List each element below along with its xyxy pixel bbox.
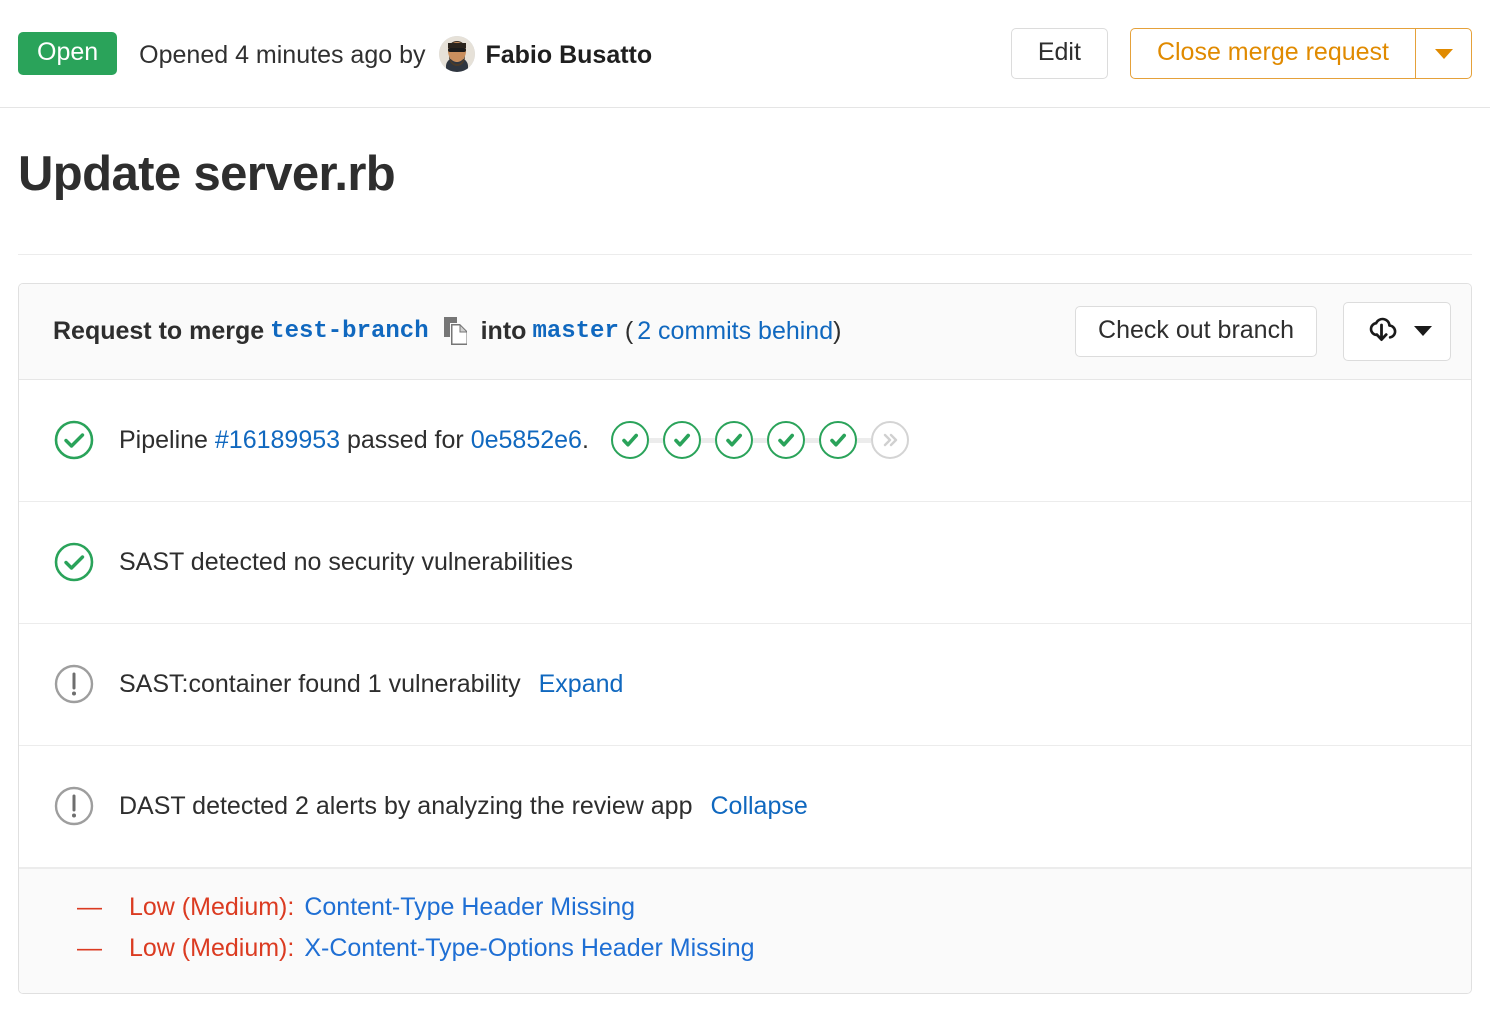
finding-link[interactable]: X-Content-Type-Options Header Missing [304,934,754,963]
copy-to-clipboard-icon[interactable] [443,316,469,346]
status-warning-icon [53,785,95,827]
pipeline-period: . [582,426,589,455]
finding-severity: Low (Medium): [129,893,294,922]
dast-row: DAST detected 2 alerts by analyzing the … [19,746,1471,868]
behind-open-paren: ( [625,317,633,346]
sast-row: SAST detected no security vulnerabilitie… [19,502,1471,624]
finding-link[interactable]: Content-Type Header Missing [304,893,635,922]
close-merge-request-group: Close merge request [1130,28,1472,79]
finding-dash: — [77,893,129,922]
pipeline-status-label: passed for [347,426,464,455]
sast-container-text: SAST:container found 1 vulnerability Exp… [119,670,623,699]
pipeline-label: Pipeline [119,426,208,455]
avatar[interactable] [439,36,475,72]
close-merge-request-dropdown-toggle[interactable] [1415,28,1472,79]
merge-request-widget: Request to merge test-branch into master… [18,283,1472,994]
check-out-branch-button[interactable]: Check out branch [1075,306,1317,357]
into-label: into [481,317,527,346]
pipeline-stage-1[interactable] [611,421,649,459]
finding-dash: — [77,934,129,963]
opened-meta: Opened 4 minutes ago by Fabio Busatto [139,36,652,72]
stage-connector [701,438,715,443]
dast-collapse-button[interactable]: Collapse [710,792,807,821]
title-section: Update server.rb [0,108,1490,202]
stage-connector [857,438,871,443]
stage-connector [649,438,663,443]
sast-container-row: SAST:container found 1 vulnerability Exp… [19,624,1471,746]
pipeline-stage-6[interactable] [871,421,909,459]
pipeline-id-link[interactable]: #16189953 [215,426,340,455]
commits-behind-link[interactable]: 2 commits behind [637,317,833,346]
pipeline-stage-3[interactable] [715,421,753,459]
opened-text: Opened 4 minutes ago by [139,41,425,69]
pipeline-stage-2[interactable] [663,421,701,459]
edit-button[interactable]: Edit [1011,28,1108,79]
merge-widget-actions: Check out branch [1075,302,1451,361]
status-success-icon [53,541,95,583]
merge-request-summary: Request to merge test-branch into master… [53,316,841,346]
finding-severity: Low (Medium): [129,934,294,963]
title-divider [18,254,1472,255]
sast-container-expand-button[interactable]: Expand [539,670,624,699]
source-branch-link[interactable]: test-branch [270,318,428,345]
list-item: — Low (Medium): Content-Type Header Miss… [77,887,1451,928]
pipeline-stage-4[interactable] [767,421,805,459]
behind-close-paren: ) [833,317,841,346]
stage-connector [753,438,767,443]
dast-text: DAST detected 2 alerts by analyzing the … [119,792,808,821]
dast-findings-list: — Low (Medium): Content-Type Header Miss… [19,868,1471,993]
close-merge-request-button[interactable]: Close merge request [1130,28,1415,79]
stage-connector [805,438,819,443]
cloud-download-icon [1364,312,1398,351]
pipeline-text: Pipeline #16189953 passed for 0e5852e6. [119,421,909,459]
sast-text: SAST detected no security vulnerabilitie… [119,548,573,577]
commit-sha-link[interactable]: 0e5852e6 [471,426,582,455]
chevron-down-icon [1435,49,1453,59]
merge-request-page: Open Opened 4 minutes ago by Fabio Busatt… [0,0,1490,1036]
pipeline-row: Pipeline #16189953 passed for 0e5852e6. [19,380,1471,502]
status-warning-icon [53,663,95,705]
pipeline-stages [611,421,909,459]
merge-widget-header: Request to merge test-branch into master… [19,284,1471,380]
status-badge: Open [18,32,117,75]
chevron-down-icon [1414,326,1432,336]
sast-container-label: SAST:container found 1 vulnerability [119,670,521,699]
status-success-icon [53,419,95,461]
list-item: — Low (Medium): X-Content-Type-Options H… [77,928,1451,969]
pipeline-stage-5[interactable] [819,421,857,459]
page-title: Update server.rb [18,148,1472,202]
download-dropdown-button[interactable] [1343,302,1451,361]
author-name[interactable]: Fabio Busatto [485,41,652,69]
dast-label: DAST detected 2 alerts by analyzing the … [119,792,692,821]
target-branch-link[interactable]: master [532,318,618,345]
mr-status-bar: Open Opened 4 minutes ago by Fabio Busatt… [0,0,1490,108]
request-to-merge-label: Request to merge [53,317,264,346]
